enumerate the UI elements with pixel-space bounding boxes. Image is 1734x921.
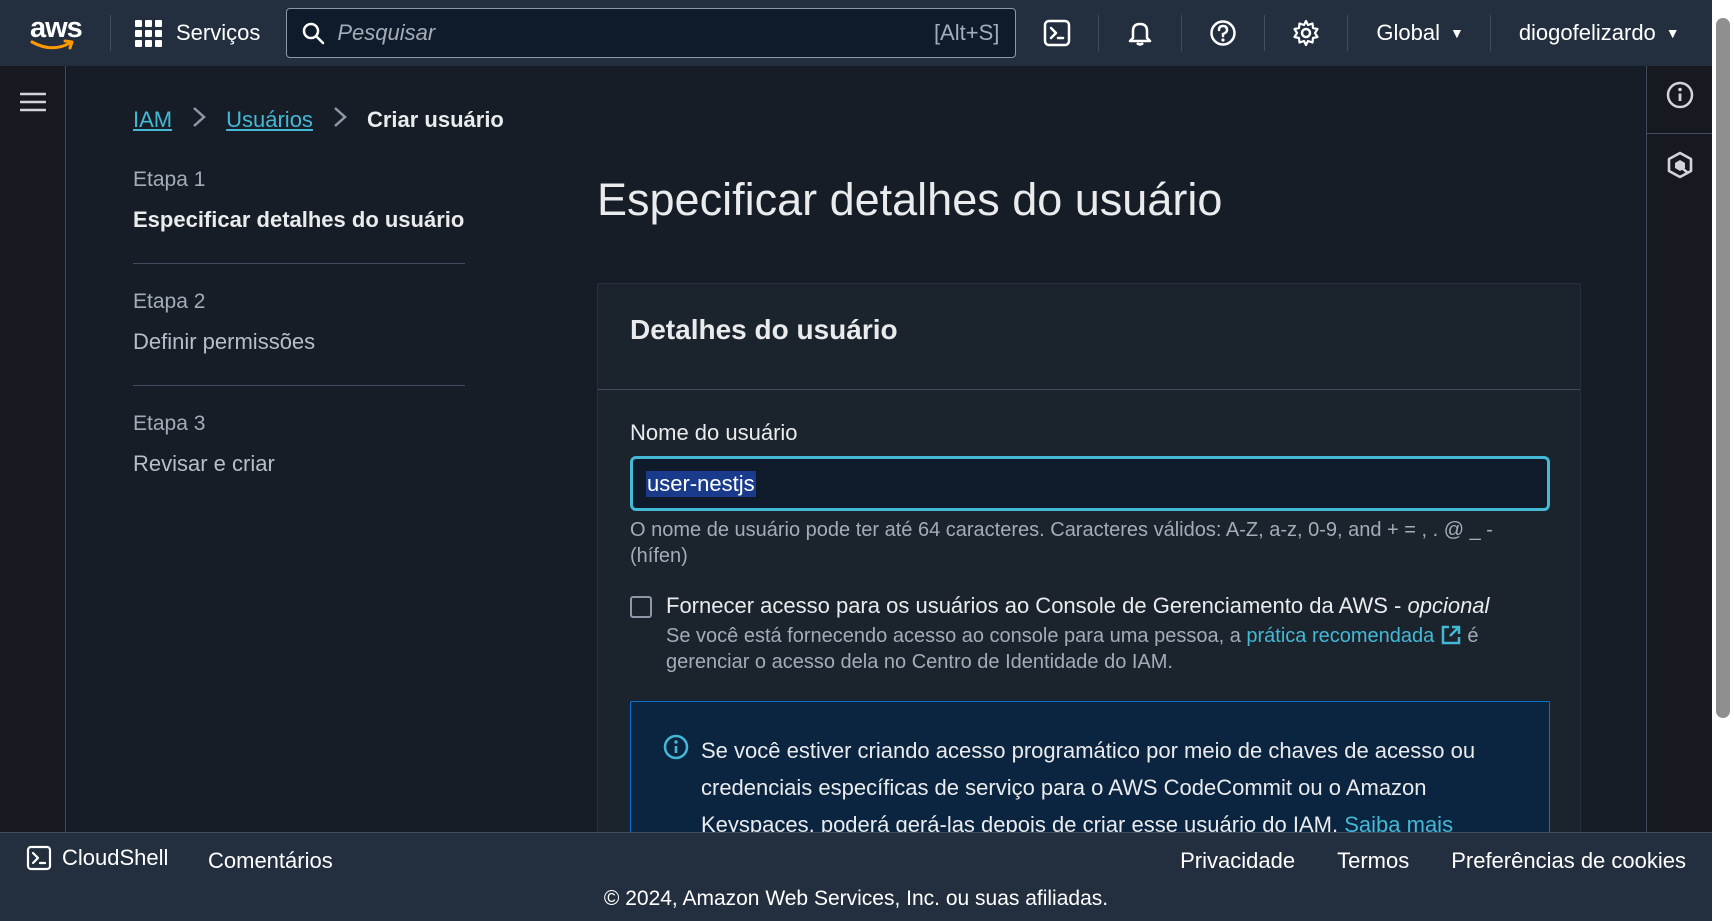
aws-logo-text: aws [30,12,83,44]
scrollbar-thumb[interactable] [1716,18,1730,718]
services-label: Serviços [176,20,261,45]
best-practice-link[interactable]: prática recomendada [1246,625,1461,647]
wizard-step-2: Etapa 2 Definir permissões [133,290,465,386]
cloudshell-nav-button[interactable] [1016,0,1098,66]
breadcrumb-users-link[interactable]: Usuários [226,107,313,133]
account-menu[interactable]: diogofelizardo ▼ [1491,0,1706,66]
console-access-description: Se você está fornecendo acesso ao consol… [666,625,1479,673]
terminal-icon [1044,19,1071,47]
page-scrollbar[interactable] [1712,0,1734,921]
help-button[interactable] [1182,0,1264,66]
copyright-text: © 2024, Amazon Web Services, Inc. ou sua… [603,887,1109,910]
caret-down-icon: ▼ [1665,25,1680,41]
amazon-q-icon [1667,151,1693,179]
right-side-rail [1646,66,1713,832]
username-value: user-nestjs [646,470,756,497]
step-label: Etapa 3 [133,412,206,435]
top-navigation: aws Serviços [Alt+S] [0,0,1712,66]
info-icon [1666,81,1694,109]
settings-button[interactable] [1265,0,1347,66]
console-access-checkbox[interactable] [630,596,652,618]
footer-links: Privacidade Termos Preferências de cooki… [1138,848,1686,874]
comments-link[interactable]: Comentários [208,848,333,874]
card-title: Detalhes do usuário [630,314,898,345]
breadcrumb: IAM Usuários Criar usuário [133,106,504,134]
privacy-link[interactable]: Privacidade [1180,848,1295,874]
cookie-preferences-link[interactable]: Preferências de cookies [1451,848,1686,874]
grid-icon [135,19,162,47]
info-icon [663,734,689,760]
region-selector[interactable]: Global ▼ [1348,0,1489,66]
console-access-option: Fornecer acesso para os usuários ao Cons… [630,593,1548,675]
amazon-q-button[interactable] [1665,150,1695,185]
chevron-right-icon [192,106,206,134]
page-title: Especificar detalhes do usuário [597,174,1223,225]
wizard-steps: Etapa 1 Especificar detalhes do usuário … [133,168,465,533]
gear-icon [1293,19,1319,47]
help-icon [1210,20,1237,46]
card-header: Detalhes do usuário [598,284,1580,390]
region-label: Global [1376,20,1440,45]
cloudshell-footer-button[interactable]: CloudShell [26,845,168,871]
step-label: Etapa 1 [133,168,206,191]
step-name: Especificar detalhes do usuário [133,207,465,232]
hamburger-menu-icon [19,92,47,112]
step-name: Revisar e criar [133,451,275,476]
account-label: diogofelizardo [1518,20,1656,45]
breadcrumb-iam-link[interactable]: IAM [133,107,172,133]
rail-divider [1647,133,1713,134]
bell-icon [1129,22,1152,46]
left-side-rail [0,66,66,832]
terminal-icon [26,845,52,871]
search-icon [303,22,325,45]
search-bar[interactable]: [Alt+S] [286,8,1017,58]
learn-more-link[interactable]: Saiba mais [1344,812,1453,832]
services-menu-button[interactable]: Serviços [111,0,278,66]
caret-down-icon: ▼ [1449,25,1464,41]
wizard-step-1: Etapa 1 Especificar detalhes do usuário [133,168,465,264]
username-hint: O nome de usuário pode ter até 64 caract… [630,519,1493,567]
optional-label: opcional [1407,593,1490,618]
aws-logo[interactable]: aws [0,0,110,66]
main-content: IAM Usuários Criar usuário Etapa 1 Espec… [67,66,1645,832]
chevron-right-icon [333,106,347,134]
search-shortcut: [Alt+S] [933,20,1000,45]
info-panel-button[interactable] [1665,80,1695,115]
breadcrumb-current: Criar usuário [366,107,504,132]
terms-link[interactable]: Termos [1337,848,1409,874]
cloudshell-label: CloudShell [62,845,169,870]
aws-smile-icon [30,39,74,50]
info-alert-text: Se você estiver criando acesso programát… [701,732,1519,832]
menu-toggle-button[interactable] [19,91,47,118]
step-label: Etapa 2 [133,290,206,313]
notifications-button[interactable] [1099,0,1181,66]
card-body: Nome do usuário user-nestjs O nome de us… [598,390,1580,832]
search-input[interactable] [337,20,934,46]
step-name: Definir permissões [133,329,316,354]
external-link-icon [1441,625,1461,645]
console-access-title[interactable]: Fornecer acesso para os usuários ao Cons… [666,593,1548,619]
username-label: Nome do usuário [630,420,798,445]
username-input[interactable]: user-nestjs [630,456,1550,511]
user-details-card: Detalhes do usuário Nome do usuário user… [597,283,1581,832]
info-alert: Se você estiver criando acesso programát… [630,701,1550,832]
wizard-step-3: Etapa 3 Revisar e criar [133,412,465,507]
footer: CloudShell Comentários Privacidade Termo… [0,832,1712,921]
